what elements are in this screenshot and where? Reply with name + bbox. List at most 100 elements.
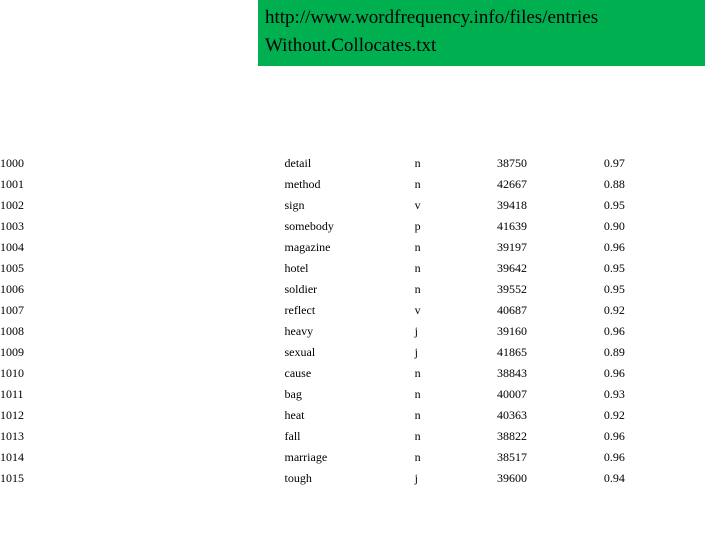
cell-dispersion: 0.95 [603,261,625,275]
cell-word: bag [284,387,302,401]
word-frequency-table-body: 1000 detail n 38750 0.97 1001 method n 42667 0.88… [0,153,720,489]
cell-rank: 1002 [0,198,24,212]
cell-pos: j [414,324,418,338]
cell-dispersion: 0.96 [603,366,625,380]
cell-word: detail [284,156,312,170]
cell-dispersion: 0.88 [603,177,625,191]
cell-word: sign [284,198,305,212]
cell-dispersion: 0.95 [603,282,625,296]
cell-dispersion: 0.92 [603,408,625,422]
cell-rank: 1009 [0,345,24,359]
url-banner-line-1: http://www.wordfrequency.info/files/entr… [265,7,599,28]
table-row: 1001 method n 42667 0.88 [0,174,720,195]
cell-rank: 1000 [0,156,24,170]
table-row: 1014 marriage n 38517 0.96 [0,447,720,468]
cell-rank: 1012 [0,408,24,422]
table-row: 1004 magazine n 39197 0.96 [0,237,720,258]
cell-pos: n [414,282,421,296]
cell-pos: n [414,366,421,380]
cell-word: sexual [284,345,316,359]
cell-pos: n [414,450,421,464]
table-row: 1009 sexual j 41865 0.89 [0,342,720,363]
cell-pos: v [414,198,421,212]
cell-frequency: 41639 [497,219,528,233]
table-row: 1006 soldier n 39552 0.95 [0,279,720,300]
cell-rank: 1011 [0,387,24,401]
cell-rank: 1003 [0,219,24,233]
url-banner: http://www.wordfrequency.info/files/entr… [258,0,705,66]
cell-rank: 1015 [0,471,24,485]
cell-pos: n [414,408,421,422]
cell-frequency: 41865 [497,345,528,359]
cell-dispersion: 0.94 [603,471,625,485]
cell-frequency: 39642 [497,261,528,275]
table-row: 1008 heavy j 39160 0.96 [0,321,720,342]
cell-frequency: 40363 [497,408,528,422]
table-row: 1002 sign v 39418 0.95 [0,195,720,216]
cell-frequency: 39600 [497,471,528,485]
cell-pos: n [414,387,421,401]
table-row: 1007 reflect v 40687 0.92 [0,300,720,321]
cell-pos: j [414,345,418,359]
cell-rank: 1005 [0,261,24,275]
cell-word: hotel [284,261,309,275]
cell-pos: n [414,156,421,170]
cell-pos: v [414,303,421,317]
cell-rank: 1004 [0,240,24,254]
cell-pos: n [414,240,421,254]
cell-word: somebody [284,219,334,233]
cell-word: soldier [284,282,318,296]
cell-frequency: 39160 [497,324,528,338]
cell-dispersion: 0.89 [603,345,625,359]
cell-word: marriage [284,450,328,464]
cell-dispersion: 0.95 [603,198,625,212]
table-row: 1005 hotel n 39642 0.95 [0,258,720,279]
word-frequency-entries: 1000 detail n 38750 0.97 1001 method n 42667 0.88… [0,153,720,489]
cell-pos: p [414,219,421,233]
cell-frequency: 38843 [497,366,528,380]
cell-dispersion: 0.97 [603,156,625,170]
cell-word: magazine [284,240,331,254]
cell-frequency: 42667 [497,177,528,191]
cell-pos: n [414,261,421,275]
cell-rank: 1010 [0,366,24,380]
cell-dispersion: 0.96 [603,324,625,338]
cell-dispersion: 0.96 [603,429,625,443]
url-banner-line-2: Without.Collocates.txt [265,35,437,56]
cell-word: fall [284,429,301,443]
cell-dispersion: 0.93 [603,387,625,401]
cell-pos: n [414,177,421,191]
cell-word: cause [284,366,312,380]
cell-dispersion: 0.96 [603,240,625,254]
table-row: 1003 somebody p 41639 0.90 [0,216,720,237]
cell-dispersion: 0.90 [603,219,625,233]
cell-word: heat [284,408,305,422]
table-row: 1011 bag n 40007 0.93 [0,384,720,405]
cell-rank: 1013 [0,429,24,443]
cell-frequency: 38822 [497,429,528,443]
cell-word: tough [284,471,312,485]
cell-frequency: 39418 [497,198,528,212]
cell-frequency: 38517 [497,450,528,464]
cell-rank: 1006 [0,282,24,296]
table-row: 1015 tough j 39600 0.94 [0,468,720,489]
table-row: 1012 heat n 40363 0.92 [0,405,720,426]
cell-pos: n [414,429,421,443]
cell-frequency: 39197 [497,240,528,254]
cell-rank: 1007 [0,303,24,317]
cell-rank: 1001 [0,177,24,191]
cell-dispersion: 0.92 [603,303,625,317]
cell-word: reflect [284,303,316,317]
cell-frequency: 39552 [497,282,528,296]
cell-frequency: 40007 [497,387,528,401]
cell-pos: j [414,471,418,485]
table-row: 1010 cause n 38843 0.96 [0,363,720,384]
table-row: 1000 detail n 38750 0.97 [0,153,720,174]
table-row: 1013 fall n 38822 0.96 [0,426,720,447]
cell-word: method [284,177,321,191]
cell-word: heavy [284,324,314,338]
cell-frequency: 40687 [497,303,528,317]
cell-rank: 1008 [0,324,24,338]
cell-dispersion: 0.96 [603,450,625,464]
word-frequency-table: 1000 detail n 38750 0.97 1001 method n 42667 0.88… [0,153,720,489]
